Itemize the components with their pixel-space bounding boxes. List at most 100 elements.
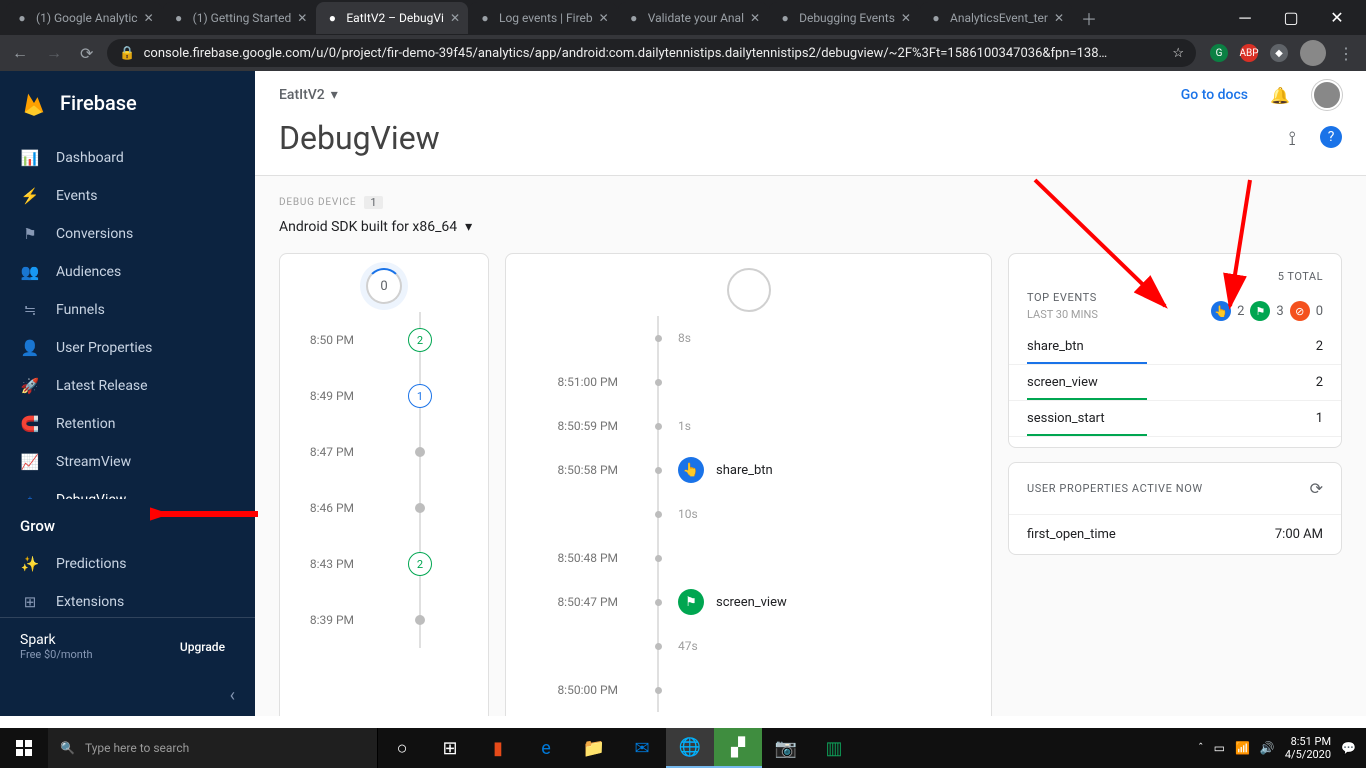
close-icon[interactable]: ✕ [750,11,760,25]
close-icon[interactable]: ✕ [1054,11,1064,25]
minute-row[interactable]: 8:49 PM1 [290,368,478,424]
second-time: 8:51:00 PM [516,375,638,389]
star-icon[interactable]: ☆ [1172,46,1184,61]
event-name: screen_view [1027,375,1098,390]
second-row[interactable]: 8:50:59 PM1s [516,404,981,448]
app-icon[interactable]: ▥ [810,728,858,768]
tune-icon[interactable]: ⟟ [1289,126,1296,150]
second-row[interactable]: 8:50:48 PM [516,536,981,580]
error-event-icon[interactable]: ⊘ [1290,301,1310,321]
explorer-icon[interactable]: 📁 [570,728,618,768]
browser-tab[interactable]: ●EatItV2 – DebugVi✕ [316,2,468,34]
sidebar-item-dashboard[interactable]: 📊Dashboard [0,139,255,177]
sidebar-item-funnels[interactable]: ≒Funnels [0,291,255,329]
sidebar-item-events[interactable]: ⚡Events [0,177,255,215]
user-avatar[interactable] [1312,80,1342,110]
close-icon[interactable]: ✕ [297,11,307,25]
cortana-icon[interactable]: ○ [378,728,426,768]
second-row[interactable]: 10s [516,492,981,536]
office-icon[interactable]: ▮ [474,728,522,768]
go-to-docs-link[interactable]: Go to docs [1181,87,1248,103]
sidebar-item-streamview[interactable]: 📈StreamView [0,443,255,481]
clock[interactable]: 8:51 PM 4/5/2020 [1285,735,1331,761]
sidebar-item-user-properties[interactable]: 👤User Properties [0,329,255,367]
browser-tab[interactable]: ●(1) Google Analytic✕ [6,2,162,34]
minutes-now[interactable]: 0 [366,268,402,304]
forward-icon[interactable]: → [46,43,62,63]
abp-icon[interactable]: ABP [1240,44,1258,62]
help-icon[interactable]: ? [1320,126,1342,148]
tray-expand-icon[interactable]: ˆ [1198,741,1204,755]
collapse-sidebar[interactable]: ‹ [0,675,255,716]
minute-row[interactable]: 8:47 PM [290,424,478,480]
minute-badge [415,503,425,513]
url-field[interactable]: 🔒 console.firebase.google.com/u/0/projec… [107,39,1196,67]
minute-row[interactable]: 8:39 PM [290,592,478,648]
window-close[interactable]: ✕ [1314,0,1360,35]
edge-icon[interactable]: e [522,728,570,768]
profile-avatar[interactable] [1300,40,1326,66]
second-row[interactable]: 8:50:00 PM [516,668,981,712]
browser-tab[interactable]: ●AnalyticsEvent_ter✕ [920,2,1072,34]
close-icon[interactable]: ✕ [144,11,154,25]
wifi-icon[interactable]: 📶 [1235,741,1250,755]
browser-tab[interactable]: ●(1) Getting Started✕ [163,2,316,34]
sidebar-item-conversions[interactable]: ⚑Conversions [0,215,255,253]
sidebar-item-predictions[interactable]: ✨Predictions [0,545,255,583]
browser-tab[interactable]: ●Debugging Events✕ [769,2,919,34]
tab-label: (1) Google Analytic [36,11,138,25]
volume-icon[interactable]: 🔊 [1260,741,1275,755]
chrome-icon[interactable]: 🌐 [666,728,714,768]
battery-icon[interactable]: ▭ [1214,741,1225,755]
second-row[interactable]: 8s [516,316,981,360]
seconds-now[interactable] [727,268,771,312]
upgrade-button[interactable]: Upgrade [170,634,235,660]
history-icon[interactable]: ⟳ [1310,479,1323,498]
window-minimize[interactable]: ─ [1222,0,1268,35]
nav-label: Predictions [56,556,126,572]
second-row[interactable]: 8:50:47 PM⚑screen_view [516,580,981,624]
instagram-icon[interactable]: 📷 [762,728,810,768]
second-row[interactable]: 8:51:00 PM [516,360,981,404]
sidebar-item-debugview[interactable]: ⌖DebugView [0,481,255,499]
close-icon[interactable]: ✕ [901,11,911,25]
minute-row[interactable]: 8:46 PM [290,480,478,536]
second-row[interactable]: 8:50:58 PM👆share_btn [516,448,981,492]
start-button[interactable] [0,740,48,756]
top-event-row[interactable]: share_btn2 [1009,329,1341,365]
taskview-icon[interactable]: ⊞ [426,728,474,768]
prop-value: 7:00 AM [1275,527,1323,542]
sidebar-item-extensions[interactable]: ⊞Extensions [0,583,255,617]
project-selector[interactable]: EatItV2 ▾ [279,87,338,103]
back-icon[interactable]: ← [12,43,28,63]
notification-icon[interactable]: 💬 [1341,741,1356,755]
ext-icon[interactable]: G [1210,44,1228,62]
bell-icon[interactable]: 🔔 [1270,86,1290,105]
top-event-row[interactable]: session_start1 [1009,401,1341,437]
kebab-icon[interactable]: ⋮ [1338,44,1354,63]
minute-row[interactable]: 8:43 PM2 [290,536,478,592]
new-tab-button[interactable]: ＋ [1073,6,1105,30]
browser-tab[interactable]: ●Validate your Anal✕ [618,2,768,34]
firebase-logo[interactable]: Firebase [0,71,255,135]
close-icon[interactable]: ✕ [599,11,609,25]
sidebar-item-latest-release[interactable]: 🚀Latest Release [0,367,255,405]
android-studio-icon[interactable]: ▞ [714,728,762,768]
close-icon[interactable]: ✕ [450,11,460,25]
second-row[interactable]: 47s [516,624,981,668]
event-name: share_btn [716,463,773,478]
taskbar-search[interactable]: 🔍 Type here to search [48,728,378,768]
user-props-card: USER PROPERTIES ACTIVE NOW ⟳ first_open_… [1008,462,1342,555]
pocket-icon[interactable]: ◆ [1270,44,1288,62]
browser-tab[interactable]: ●Log events | Fireb✕ [469,2,617,34]
reload-icon[interactable]: ⟳ [80,44,93,63]
window-maximize[interactable]: ▢ [1268,0,1314,35]
minute-row[interactable]: 8:50 PM2 [290,312,478,368]
user-prop-row[interactable]: first_open_time7:00 AM [1009,514,1341,554]
mail-icon[interactable]: ✉ [618,728,666,768]
second-time: 8:50:58 PM [516,463,638,477]
sidebar-item-retention[interactable]: 🧲Retention [0,405,255,443]
task-icons: ○ ⊞ ▮ e 📁 ✉ 🌐 ▞ 📷 ▥ [378,728,858,768]
sidebar-item-audiences[interactable]: 👥Audiences [0,253,255,291]
top-event-row[interactable]: screen_view2 [1009,365,1341,401]
